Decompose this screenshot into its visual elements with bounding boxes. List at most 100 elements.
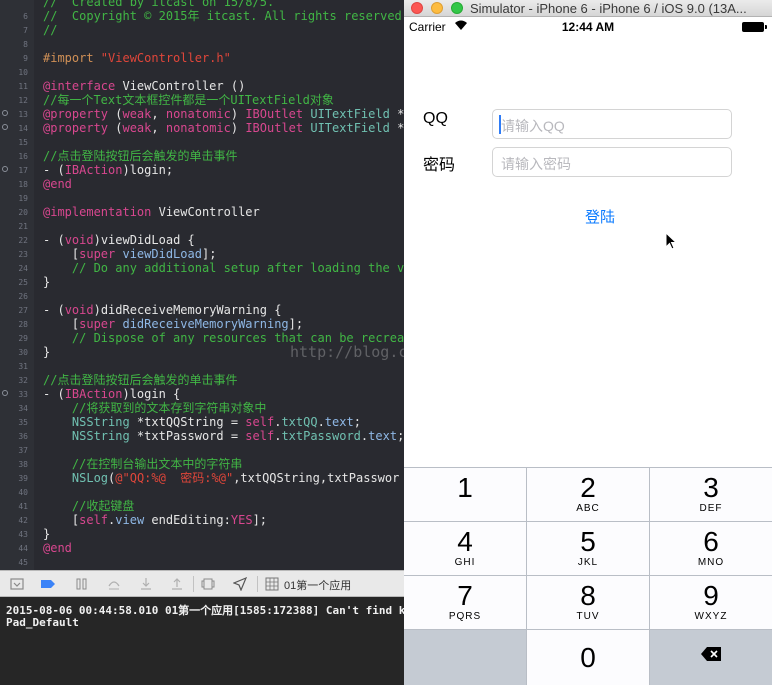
code-line[interactable]: 12 //每一个Text文本框控件都是一个UITextField对象 <box>0 93 404 107</box>
minimize-window-icon[interactable] <box>431 2 443 14</box>
code-line[interactable]: 13 @property (weak, nonatomic) IBOutlet U… <box>0 107 404 121</box>
code-line[interactable]: 39 NSLog(@"QQ:%@ 密码:%@",txtQQString,txtP… <box>0 471 404 485</box>
key-letters: TUV <box>576 611 600 622</box>
outlet-connection-icon[interactable] <box>2 110 8 116</box>
code-line[interactable]: 40 <box>0 485 404 499</box>
qq-text-field[interactable]: 请输入QQ <box>492 109 732 250</box>
key-digit: 2 <box>580 472 596 503</box>
qq-placeholder: 请输入QQ <box>501 118 565 134</box>
view-hierarchy-icon[interactable] <box>201 577 215 591</box>
code-line[interactable]: 28 [super didReceiveMemoryWarning]; <box>0 317 404 331</box>
code-line[interactable]: 25} <box>0 275 404 289</box>
location-arrow-icon[interactable] <box>232 576 248 592</box>
code-line[interactable]: 34 //将获取到的文本存到字符串对象中 <box>0 401 404 415</box>
code-line[interactable]: 22 - (void)viewDidLoad { <box>0 233 404 247</box>
code-line[interactable]: 23 [super viewDidLoad]; <box>0 247 404 261</box>
code-text: // Created by itcast on 15/8/5. <box>43 0 274 9</box>
key-0[interactable]: 0 <box>527 630 649 685</box>
code-line[interactable]: 45 <box>0 555 404 569</box>
key-digit: 3 <box>703 472 719 503</box>
delete-key[interactable] <box>650 630 772 685</box>
code-line[interactable]: 42 [self.view endEditing:YES]; <box>0 513 404 527</box>
code-line[interactable]: 17- (IBAction)login; <box>0 163 404 177</box>
code-token: viewDidLoad <box>122 247 202 261</box>
code-line[interactable]: 6 // Copyright © 2015年 itcast. All rights… <box>0 9 404 23</box>
key-4[interactable]: 4 GHI <box>404 522 526 575</box>
code-token: txtPassword <box>281 429 361 443</box>
key-3[interactable]: 3 DEF <box>650 468 772 521</box>
close-window-icon[interactable] <box>411 2 423 14</box>
key-1[interactable]: 1 <box>404 468 526 521</box>
code-line[interactable]: 43} <box>0 527 404 541</box>
code-line[interactable]: 36 NSString *txtPassword = self.txtPassw… <box>0 429 404 443</box>
console-line: Pad_Default <box>6 616 79 629</box>
code-line[interactable]: 9 #import "ViewController.h" <box>0 51 404 65</box>
code-line[interactable]: 20 @implementation ViewController <box>0 205 404 219</box>
code-token: YES <box>230 513 253 527</box>
code-editor[interactable]: // Created by itcast on 15/8/5. 6 // Copyr… <box>0 0 404 570</box>
code-line[interactable]: 38 //在控制台输出文本中的字符串 <box>0 457 404 471</box>
code-token: ,txtQQString,txtPasswor <box>233 471 400 485</box>
key-8[interactable]: 8 TUV <box>527 576 649 629</box>
login-button[interactable]: 登陆 <box>585 206 615 227</box>
code-token: . <box>317 415 325 429</box>
key-letters: ABC <box>576 503 600 514</box>
pause-icon[interactable] <box>75 577 89 591</box>
key-9[interactable]: 9 WXYZ <box>650 576 772 629</box>
outlet-connection-icon[interactable] <box>2 390 8 396</box>
code-line[interactable]: 32 //点击登陆按钮后会触发的单击事件 <box>0 373 404 387</box>
code-line[interactable]: 7 // <box>0 23 404 37</box>
code-token: - ( <box>43 233 65 247</box>
code-line[interactable]: 44 @end <box>0 541 404 555</box>
code-line[interactable]: // Created by itcast on 15/8/5. <box>0 0 404 9</box>
code-token: text <box>368 429 398 443</box>
code-line[interactable]: 21 <box>0 219 404 233</box>
outlet-connection-icon[interactable] <box>2 124 8 130</box>
code-line[interactable]: 24 // Do any additional setup after load… <box>0 261 404 275</box>
code-line[interactable]: 14 @property (weak, nonatomic) IBOutlet U… <box>0 121 404 135</box>
zoom-window-icon[interactable] <box>451 2 463 14</box>
code-token: } <box>43 345 51 359</box>
code-line[interactable]: 8 <box>0 37 404 51</box>
code-line[interactable]: 35 NSString *txtQQString = self.txtQQ.te… <box>0 415 404 429</box>
code-line[interactable]: 26 <box>0 289 404 303</box>
code-token: ; <box>353 415 361 429</box>
code-token: ]; <box>252 513 268 527</box>
simulator-title-bar[interactable]: Simulator - iPhone 6 - iPhone 6 / iOS 9.… <box>404 0 772 17</box>
step-into-icon[interactable] <box>139 577 153 591</box>
step-out-icon[interactable] <box>170 577 184 591</box>
code-text: //点击登陆按钮后会触发的单击事件 <box>43 149 237 163</box>
password-text-field[interactable]: 请输入密码 <box>492 147 732 177</box>
line-number: 25 <box>18 278 28 287</box>
code-token: , <box>151 121 166 135</box>
code-line[interactable]: 10 <box>0 65 404 79</box>
code-line[interactable]: 33- (IBAction)login { <box>0 387 404 401</box>
code-line[interactable]: 19 <box>0 191 404 205</box>
line-number: 8 <box>23 40 28 49</box>
code-line[interactable]: 37 <box>0 443 404 457</box>
code-token: weak <box>122 121 152 135</box>
code-line[interactable]: 31 <box>0 359 404 373</box>
key-2[interactable]: 2 ABC <box>527 468 649 521</box>
code-text: NSLog(@"QQ:%@ 密码:%@",txtQQString,txtPass… <box>43 471 399 485</box>
code-token: ( <box>108 121 123 135</box>
code-token: )login { <box>122 387 181 401</box>
key-5[interactable]: 5 JKL <box>527 522 649 575</box>
code-token: endEditing: <box>144 513 231 527</box>
code-line[interactable]: 18 @end <box>0 177 404 191</box>
app-name-label[interactable]: 01第一个应用 <box>284 577 351 593</box>
console-output[interactable]: 2015-08-06 00:44:58.010 01第一个应用[1585:172… <box>0 597 404 685</box>
code-token: super <box>79 317 116 331</box>
code-text: - (IBAction)login; <box>43 163 173 177</box>
code-line[interactable]: 11 @interface ViewController () <box>0 79 404 93</box>
key-7[interactable]: 7 PQRS <box>404 576 526 629</box>
code-line[interactable]: 41 //收起键盘 <box>0 499 404 513</box>
code-line[interactable]: 15 <box>0 135 404 149</box>
outlet-connection-icon[interactable] <box>2 166 8 172</box>
code-line[interactable]: 27 - (void)didReceiveMemoryWarning { <box>0 303 404 317</box>
hide-debug-area-icon[interactable] <box>10 577 24 591</box>
key-6[interactable]: 6 MNO <box>650 522 772 575</box>
breakpoints-toggle-icon[interactable] <box>40 577 55 591</box>
code-line[interactable]: 16 //点击登陆按钮后会触发的单击事件 <box>0 149 404 163</box>
step-over-icon[interactable] <box>107 577 121 591</box>
